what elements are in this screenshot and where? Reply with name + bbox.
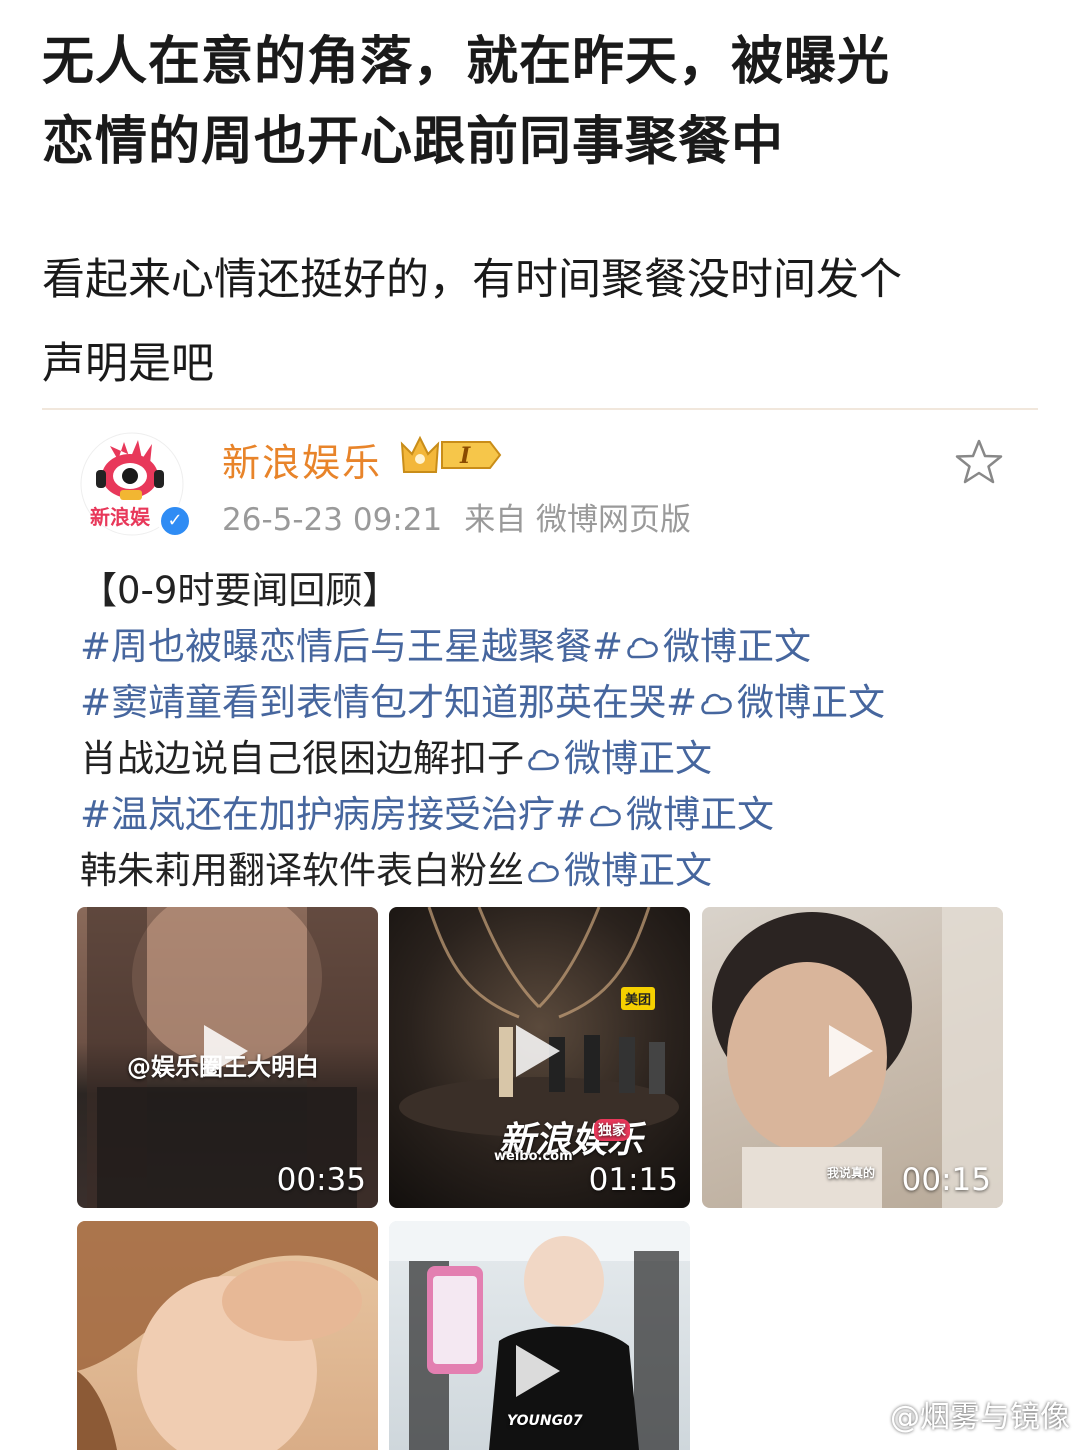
video-thumbnail[interactable]: @娱乐圈王大明白 00:35 — [77, 907, 378, 1208]
hashtag-link[interactable]: #窦靖童看到表情包才知道那英在哭# — [80, 681, 697, 724]
weibo-link-icon — [701, 693, 732, 715]
post-item-text: 肖战边说自己很困边解扣子 — [80, 737, 524, 780]
post-item-text: 韩朱莉用翻译软件表白粉丝 — [80, 849, 524, 892]
video-duration: 00:35 — [276, 1162, 366, 1198]
play-icon — [829, 1025, 873, 1077]
video-thumbnail[interactable]: 我说真的 00:15 — [702, 907, 1003, 1208]
weibo-link-icon — [627, 637, 658, 659]
weibo-text-link[interactable]: 微博正文 — [626, 793, 774, 836]
body-line-2: 声明是吧 — [42, 339, 214, 389]
hashtag-link[interactable]: #周也被曝恋情后与王星越聚餐# — [80, 625, 623, 668]
weibo-link-icon — [528, 749, 559, 771]
thumbnail-image — [77, 1221, 378, 1450]
play-icon — [516, 1025, 560, 1077]
video-thumbnail[interactable]: YOUNG07 — [389, 1221, 690, 1450]
weibo-logo-icon — [853, 1407, 883, 1428]
weibo-link-icon — [590, 805, 621, 827]
video-duration: 00:15 — [901, 1162, 991, 1198]
verified-badge-icon: ✓ — [158, 504, 192, 538]
play-icon — [516, 1345, 560, 1397]
favorite-star-icon[interactable] — [954, 438, 1004, 486]
headline-line-1: 无人在意的角落，就在昨天，被曝光 — [42, 32, 891, 92]
play-icon — [204, 1025, 248, 1077]
sponsor-logo: 美团 — [621, 987, 656, 1010]
video-thumbnail[interactable]: 美团 新浪娱乐 weibo.com 独家 01:15 — [389, 907, 690, 1208]
watermark-text: @烟雾与镜像 — [890, 1400, 1070, 1435]
watermark: @烟雾与镜像 — [852, 1392, 1070, 1436]
post-item: #窦靖童看到表情包才知道那英在哭# 微博正文 — [80, 678, 885, 728]
shirt-text: YOUNG07 — [507, 1413, 583, 1429]
video-duration: 01:15 — [588, 1162, 678, 1198]
weibo-text-link[interactable]: 微博正文 — [564, 849, 712, 892]
weibo-text-link[interactable]: 微博正文 — [564, 737, 712, 780]
post-timestamp: 26-5-23 09:21 — [222, 502, 443, 538]
badge-level: I — [459, 443, 471, 469]
hashtag-link[interactable]: #温岚还在加护病房接受治疗# — [80, 793, 586, 836]
avatar-text: 新浪娱 — [90, 505, 151, 529]
author-name[interactable]: 新浪娱乐 — [222, 432, 382, 487]
post-item: 韩朱莉用翻译软件表白粉丝 微博正文 — [80, 846, 712, 896]
post-meta: 26-5-23 09:21 来自 微博网页版 — [222, 494, 691, 539]
vip-crown-badge-icon: I — [400, 435, 502, 473]
weibo-link-icon — [528, 861, 559, 883]
watermark-url: weibo.com — [494, 1149, 573, 1164]
subtitle-text: 我说真的 — [827, 1166, 876, 1180]
body-text: 看起来心情还挺好的，有时间聚餐没时间发个 声明是吧 — [42, 238, 1042, 406]
exclusive-tag: 独家 — [594, 1119, 630, 1141]
headline-line-2: 恋情的周也开心跟前同事聚餐中 — [42, 112, 785, 172]
video-thumbnail[interactable] — [77, 1221, 378, 1450]
post-item: 肖战边说自己很困边解扣子 微博正文 — [80, 734, 712, 784]
body-line-1: 看起来心情还挺好的，有时间聚餐没时间发个 — [42, 255, 902, 305]
post-item: #温岚还在加护病房接受治疗# 微博正文 — [80, 790, 774, 840]
post-heading: 【0-9时要闻回顾】 — [80, 569, 400, 612]
post-item: #周也被曝恋情后与王星越聚餐# 微博正文 — [80, 622, 811, 672]
headline: 无人在意的角落，就在昨天，被曝光 恋情的周也开心跟前同事聚餐中 — [42, 22, 1042, 182]
weibo-text-link[interactable]: 微博正文 — [737, 681, 885, 724]
weibo-text-link[interactable]: 微博正文 — [663, 625, 811, 668]
post-source[interactable]: 来自 微博网页版 — [464, 502, 691, 538]
